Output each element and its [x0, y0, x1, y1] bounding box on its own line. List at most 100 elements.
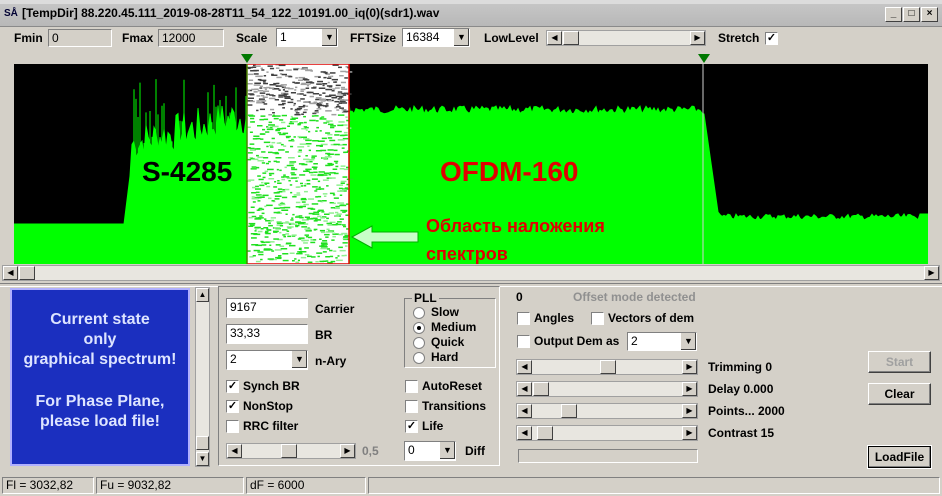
window-title: [TempDir] 88.220.45.111_2019-08-28T11_54…	[22, 6, 440, 20]
title-bar: SÅ [TempDir] 88.220.45.111_2019-08-28T11…	[0, 0, 942, 27]
scroll-right-icon[interactable]: ▶	[690, 31, 705, 45]
scroll-left-icon[interactable]: ◀	[3, 266, 18, 280]
phase-vscroll[interactable]: ▲ ▼	[195, 287, 210, 467]
scale-select[interactable]: 1 ▼	[276, 28, 338, 47]
autoreset-label: AutoReset	[422, 379, 483, 393]
scale-value: 1	[280, 30, 287, 44]
contrast-slider[interactable]: ◀ ▶	[516, 425, 698, 441]
synch-br-checkbox[interactable]: ✓	[226, 380, 239, 393]
fmin-label: Fmin	[14, 31, 43, 45]
chevron-down-icon[interactable]: ▼	[291, 351, 307, 368]
pll-radio-quick[interactable]	[413, 337, 425, 349]
pll-radio-medium[interactable]	[413, 322, 425, 334]
br-label: BR	[315, 328, 333, 342]
transitions-checkbox[interactable]	[405, 400, 418, 413]
pll-label-quick: Quick	[431, 335, 465, 349]
slider-thumb[interactable]	[533, 382, 549, 396]
delay-slider[interactable]: ◀ ▶	[516, 381, 698, 397]
trimming-slider[interactable]: ◀ ▶	[516, 359, 698, 375]
lowlevel-label: LowLevel	[484, 31, 539, 45]
nary-value: 2	[230, 352, 237, 366]
pll-title: PLL	[412, 291, 439, 305]
overlap-annotation-line1: Область наложения	[426, 216, 605, 236]
scroll-right-icon[interactable]: ▶	[924, 266, 939, 280]
close-icon[interactable]: ×	[921, 7, 938, 22]
vectors-checkbox[interactable]	[591, 312, 604, 325]
lowlevel-slider[interactable]: ◀ ▶	[546, 30, 706, 46]
pll-radio-slow[interactable]	[413, 307, 425, 319]
output-dem-label: Output Dem as	[534, 334, 620, 348]
slider-thumb[interactable]	[563, 31, 579, 45]
autoreset-checkbox[interactable]	[405, 380, 418, 393]
slider-thumb[interactable]	[600, 360, 616, 374]
fmin-field[interactable]: 0	[48, 29, 112, 47]
carrier-input[interactable]: 9167	[226, 298, 308, 318]
scroll-left-icon[interactable]: ◀	[517, 382, 532, 396]
chevron-down-icon[interactable]: ▼	[439, 442, 455, 459]
scroll-left-icon[interactable]: ◀	[517, 360, 532, 374]
nonstop-checkbox[interactable]: ✓	[226, 400, 239, 413]
spectrum-scrollbar[interactable]: ◀ ▶	[2, 265, 940, 281]
loadfile-button[interactable]: LoadFile	[867, 445, 932, 469]
rrc-slider[interactable]: ◀ ▶	[226, 443, 356, 459]
scroll-right-icon[interactable]: ▶	[340, 444, 355, 458]
scroll-down-icon[interactable]: ▼	[196, 452, 209, 466]
pll-label-hard: Hard	[431, 350, 459, 364]
slider-thumb[interactable]	[281, 444, 297, 458]
chevron-down-icon[interactable]: ▼	[453, 29, 469, 46]
scroll-thumb[interactable]	[196, 436, 209, 450]
start-button[interactable]: Start	[868, 351, 931, 373]
nary-select[interactable]: 2 ▼	[226, 350, 308, 370]
scroll-right-icon[interactable]: ▶	[682, 360, 697, 374]
maximize-icon[interactable]: □	[903, 7, 920, 22]
diff-select[interactable]: 0 ▼	[404, 441, 456, 461]
points-slider[interactable]: ◀ ▶	[516, 403, 698, 419]
transitions-label: Transitions	[422, 399, 487, 413]
scroll-right-icon[interactable]: ▶	[682, 404, 697, 418]
scroll-left-icon[interactable]: ◀	[517, 426, 532, 440]
output-dem-select[interactable]: 2 ▼	[627, 332, 697, 351]
stretch-checkbox[interactable]: ✓	[765, 32, 778, 45]
scroll-left-icon[interactable]: ◀	[547, 31, 562, 45]
offset-mode-text: Offset mode detected	[573, 290, 696, 304]
ofdm160-label: OFDM-160	[440, 156, 579, 187]
scale-label: Scale	[236, 31, 268, 45]
pll-label-medium: Medium	[431, 320, 477, 334]
chevron-down-icon[interactable]: ▼	[680, 333, 696, 350]
scroll-left-icon[interactable]: ◀	[517, 404, 532, 418]
scroll-left-icon[interactable]: ◀	[227, 444, 242, 458]
lower-frequency-marker[interactable]	[241, 54, 253, 63]
rrc-filter-checkbox[interactable]	[226, 420, 239, 433]
synch-br-label: Synch BR	[243, 379, 300, 393]
angles-label: Angles	[534, 311, 575, 325]
life-checkbox[interactable]: ✓	[405, 420, 418, 433]
scroll-right-icon[interactable]: ▶	[682, 382, 697, 396]
vectors-label: Vectors of dem	[608, 311, 695, 325]
carrier-label: Carrier	[315, 302, 355, 316]
scroll-up-icon[interactable]: ▲	[196, 288, 209, 302]
rrc-filter-label: RRC filter	[243, 419, 299, 433]
nary-label: n-Ary	[315, 354, 347, 368]
fftsize-select[interactable]: 16384 ▼	[402, 28, 470, 47]
output-dem-checkbox[interactable]	[517, 335, 530, 348]
angles-checkbox[interactable]	[517, 312, 530, 325]
br-input[interactable]: 33,33	[226, 324, 308, 344]
chevron-down-icon[interactable]: ▼	[321, 29, 337, 46]
clear-button[interactable]: Clear	[868, 383, 931, 405]
upper-frequency-marker[interactable]	[698, 54, 710, 63]
spectrum-display[interactable]: S-4285 OFDM-160 Область наложения спектр…	[14, 64, 928, 264]
minimize-icon[interactable]: _	[885, 7, 902, 22]
slider-thumb[interactable]	[561, 404, 577, 418]
slider-thumb[interactable]	[537, 426, 553, 440]
fu-status: Fu = 9032,82	[96, 477, 244, 494]
pll-label-slow: Slow	[431, 305, 460, 319]
fmax-field[interactable]: 12000	[158, 29, 224, 47]
pll-radio-hard[interactable]	[413, 352, 425, 364]
state-line4: For Phase Plane,	[35, 393, 165, 410]
scroll-right-icon[interactable]: ▶	[682, 426, 697, 440]
state-line2: only	[83, 331, 117, 348]
fmax-label: Fmax	[122, 31, 154, 45]
points-label: Points... 2000	[708, 404, 785, 418]
app-icon: SÅ	[4, 8, 18, 19]
scroll-thumb[interactable]	[19, 266, 35, 280]
